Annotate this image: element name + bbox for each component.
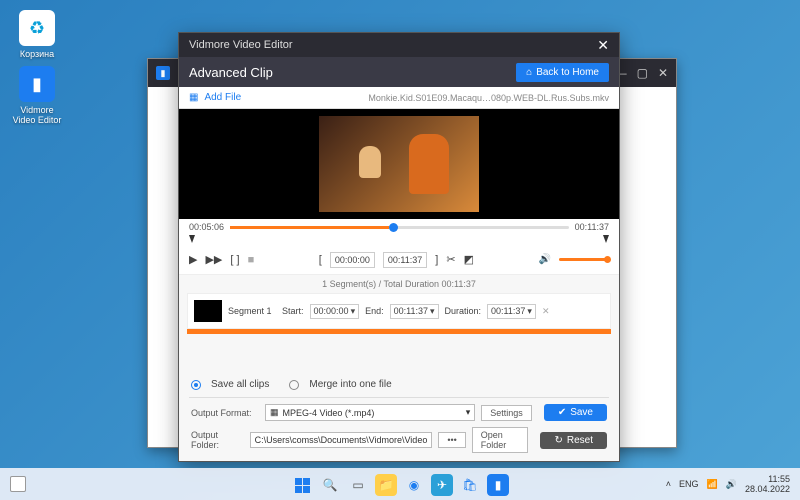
language-indicator[interactable]: ENG <box>679 479 699 489</box>
volume-tray-icon[interactable]: 🔊 <box>726 479 737 490</box>
segment-summary: 1 Segment(s) / Total Duration 00:11:37 <box>179 275 619 293</box>
settings-button[interactable]: Settings <box>481 405 532 421</box>
start-button[interactable] <box>291 474 313 496</box>
volume-slider[interactable] <box>559 258 609 261</box>
explorer-button[interactable]: 📁 <box>375 474 397 496</box>
camera-icon: ▮ <box>19 66 55 102</box>
chevron-down-icon: ▾ <box>527 306 532 317</box>
segment-name: Segment 1 <box>228 306 276 316</box>
merge-radio[interactable] <box>289 380 299 390</box>
recycle-bin[interactable]: ♻ Корзина <box>12 10 62 59</box>
folder-input[interactable]: C:\Users\comss\Documents\Vidmore\Video <box>250 432 433 448</box>
format-icon: ▦ <box>270 407 279 418</box>
segment-thumb <box>194 300 222 322</box>
segment-row[interactable]: Segment 1 Start: 00:00:00▾ End: 00:11:37… <box>187 293 611 329</box>
seek-knob[interactable] <box>389 223 398 232</box>
save-all-radio[interactable] <box>191 380 201 390</box>
home-icon: ⌂ <box>526 67 532 78</box>
stop-button[interactable]: ■ <box>248 254 255 266</box>
open-folder-button[interactable]: Open Folder <box>472 427 529 453</box>
add-file-button[interactable]: Add File <box>204 92 241 103</box>
set-start-button[interactable]: [ <box>319 254 322 266</box>
playback-controls: ▶ ▶▶ [ ] ■ [ 00:00:00 00:11:37 ] ✂ ◩ 🔊 <box>179 245 619 275</box>
seg-start-label: Start: <box>282 306 304 316</box>
app-icon: ▮ <box>156 66 170 80</box>
output-format-row: Output Format: ▦ MPEG-4 Video (*.mp4) ▾ … <box>179 401 619 424</box>
advanced-clip-dialog: Vidmore Video Editor ✕ Advanced Clip ⌂ B… <box>178 32 620 462</box>
chevron-down-icon: ▾ <box>466 407 471 418</box>
bgwin-max[interactable]: ▢ <box>637 66 648 80</box>
folder-label: Output Folder: <box>191 430 244 450</box>
taskbar-center: 🔍 ▭ 📁 ◉ ✈ 🛍 ▮ <box>291 474 509 496</box>
chevron-down-icon: ▾ <box>430 306 435 317</box>
timeline-row: 00:05:06 00:11:37 <box>179 219 619 235</box>
app-label: Vidmore Video Editor <box>13 105 62 125</box>
close-icon[interactable]: ✕ <box>597 37 609 54</box>
file-toolbar: ▦ Add File Monkie.Kid.S01E09.Macaqu…080p… <box>179 87 619 109</box>
browse-button[interactable]: ••• <box>438 432 465 448</box>
split-button[interactable]: ✂ <box>446 253 455 266</box>
merge-label: Merge into one file <box>309 379 391 390</box>
reset-button[interactable]: ↻ Reset <box>540 432 607 449</box>
vidmore-shortcut[interactable]: ▮ Vidmore Video Editor <box>12 66 62 125</box>
chevron-down-icon: ▾ <box>351 306 356 317</box>
save-all-label: Save all clips <box>211 379 269 390</box>
store-button[interactable]: 🛍 <box>459 474 481 496</box>
taskview-button[interactable]: ▭ <box>347 474 369 496</box>
play-button[interactable]: ▶ <box>189 253 197 266</box>
time-start: 00:05:06 <box>189 222 224 232</box>
dialog-title: Vidmore Video Editor <box>189 39 293 51</box>
file-icon: ▦ <box>189 92 198 103</box>
back-to-home-button[interactable]: ⌂ Back to Home <box>516 63 609 82</box>
preview-frame <box>319 116 479 212</box>
delete-segment-button[interactable]: ✕ <box>542 306 550 317</box>
search-button[interactable]: 🔍 <box>319 474 341 496</box>
save-options: Save all clips Merge into one file <box>179 375 619 394</box>
time-end: 00:11:37 <box>575 222 609 232</box>
seg-start-input[interactable]: 00:00:00▾ <box>310 304 360 319</box>
clock[interactable]: 11:55 28.04.2022 <box>745 474 790 494</box>
fullscreen-button[interactable]: [ ] <box>230 254 239 266</box>
filename-label: Monkie.Kid.S01E09.Macaqu…080p.WEB-DL.Rus… <box>368 93 609 103</box>
telegram-button[interactable]: ✈ <box>431 474 453 496</box>
refresh-icon: ↻ <box>554 435 562 446</box>
seg-dur-label: Duration: <box>445 306 482 316</box>
seek-slider[interactable] <box>230 226 569 229</box>
check-icon: ✔ <box>558 407 566 418</box>
recycle-icon: ♻ <box>19 10 55 46</box>
dialog-header: Advanced Clip ⌂ Back to Home <box>179 57 619 87</box>
trim-end-marker[interactable] <box>603 235 609 243</box>
trim-start-marker[interactable] <box>189 235 195 243</box>
seg-end-input[interactable]: 00:11:37▾ <box>390 304 439 319</box>
trim-markers <box>179 235 619 245</box>
set-end-button[interactable]: ] <box>435 254 438 266</box>
seg-dur-input[interactable]: 00:11:37▾ <box>487 304 536 319</box>
app-taskbar-button[interactable]: ▮ <box>487 474 509 496</box>
edge-button[interactable]: ◉ <box>403 474 425 496</box>
bgwin-close[interactable]: ✕ <box>658 66 668 80</box>
tray-chevron-icon[interactable]: ˄ <box>666 479 671 489</box>
format-select[interactable]: ▦ MPEG-4 Video (*.mp4) ▾ <box>265 404 475 421</box>
next-frame-button[interactable]: ▶▶ <box>205 253 222 266</box>
wifi-icon[interactable]: 📶 <box>707 479 718 490</box>
format-label: Output Format: <box>191 408 259 418</box>
start-time-input[interactable]: 00:00:00 <box>330 252 375 268</box>
system-tray[interactable]: ˄ ENG 📶 🔊 11:55 28.04.2022 <box>666 474 790 494</box>
end-time-input[interactable]: 00:11:37 <box>383 252 427 268</box>
save-button[interactable]: ✔ Save <box>544 404 607 421</box>
taskbar[interactable]: 🔍 ▭ 📁 ◉ ✈ 🛍 ▮ ˄ ENG 📶 🔊 11:55 28.04.2022 <box>0 468 800 500</box>
header-title: Advanced Clip <box>189 65 273 80</box>
volume-icon[interactable]: 🔊 <box>539 254 551 265</box>
crop-button[interactable]: ◩ <box>464 253 474 266</box>
seg-end-label: End: <box>365 306 384 316</box>
video-preview[interactable] <box>179 109 619 219</box>
output-folder-row: Output Folder: C:\Users\comss\Documents\… <box>179 424 619 461</box>
dialog-titlebar[interactable]: Vidmore Video Editor ✕ <box>179 33 619 57</box>
recycle-label: Корзина <box>20 49 54 59</box>
widgets-button[interactable] <box>10 476 26 492</box>
